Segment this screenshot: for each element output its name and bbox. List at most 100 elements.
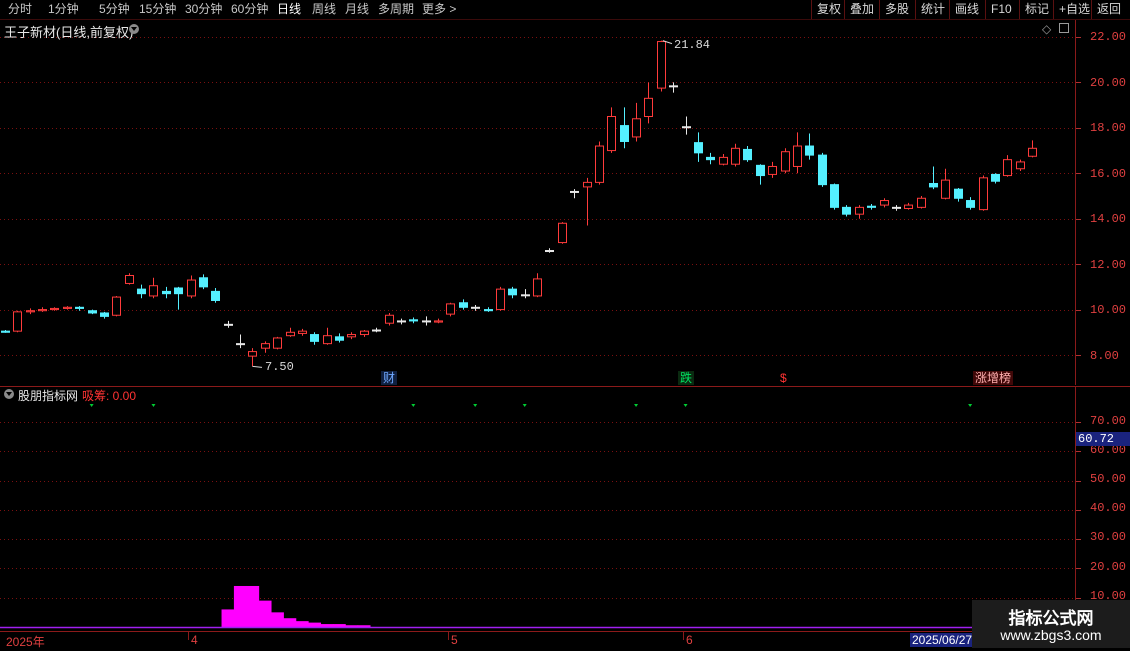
candle-body	[719, 156, 728, 165]
candle-body	[286, 331, 295, 337]
histogram-bar	[258, 600, 272, 627]
candle-body	[929, 183, 938, 188]
candle-body	[743, 148, 752, 161]
indicator-axis-label: 50.00	[1090, 472, 1127, 486]
buy-marker	[968, 404, 973, 407]
buy-marker	[411, 404, 416, 407]
candle-body	[533, 278, 542, 297]
diamond-icon[interactable]: ◇	[1042, 22, 1051, 36]
low-pointer	[252, 365, 263, 368]
candle-body	[1, 330, 10, 333]
candle-body	[75, 306, 84, 309]
candle-body	[904, 204, 913, 209]
candle-body	[174, 287, 183, 295]
date-label: 4	[191, 633, 198, 647]
candle-body	[409, 319, 418, 322]
candle-body	[632, 118, 641, 138]
candle-body	[446, 303, 455, 315]
buy-marker	[473, 404, 478, 407]
histogram-bar	[221, 609, 235, 627]
candle-body	[954, 188, 963, 199]
candle-body	[310, 334, 319, 342]
histogram-bar	[332, 624, 346, 627]
candle-body	[570, 190, 579, 193]
event-tag-down[interactable]: 跌	[678, 371, 695, 385]
candle-body	[818, 154, 827, 186]
restore-window-icon[interactable]	[1059, 23, 1069, 33]
candle-body	[521, 294, 530, 297]
histogram-bar	[320, 624, 334, 627]
event-tag-finance[interactable]: 财	[381, 371, 398, 385]
date-label: 5	[451, 633, 458, 647]
price-axis-label: 18.00	[1090, 121, 1127, 135]
candle-body	[224, 323, 233, 326]
candle-body	[26, 310, 35, 313]
price-axis-label: 22.00	[1090, 30, 1127, 44]
candle-body	[657, 41, 666, 89]
candle-body	[706, 156, 715, 161]
indicator-menu-icon[interactable]	[4, 389, 14, 399]
candle-body	[607, 116, 616, 152]
candle-body	[347, 334, 356, 338]
candle-body	[558, 222, 567, 244]
buy-marker	[89, 404, 94, 407]
candle-body	[471, 306, 480, 309]
watermark-logo: 指标公式网 www.zbgs3.com	[972, 600, 1130, 648]
candle-body	[682, 126, 691, 129]
candle-body	[112, 296, 121, 316]
candle-body	[669, 85, 678, 88]
candle-body	[941, 179, 950, 199]
candle-body	[756, 164, 765, 177]
candle-body	[805, 145, 814, 156]
candle-body	[892, 206, 901, 209]
candle-body	[496, 288, 505, 311]
candle-body	[1016, 161, 1025, 170]
low-price-annotation: 7.50	[265, 360, 294, 374]
candle-body	[768, 165, 777, 175]
candle-body	[781, 151, 790, 172]
watermark-url: www.zbgs3.com	[1000, 627, 1102, 643]
cursor-value-badge: 60.72	[1076, 432, 1130, 446]
candle-body	[125, 275, 134, 284]
candle-body	[137, 288, 146, 295]
histogram-bar	[345, 625, 359, 627]
candle-body	[397, 320, 406, 323]
candle-body	[236, 343, 245, 346]
candle-body	[508, 288, 517, 296]
candle-body	[149, 285, 158, 297]
candle-body	[991, 173, 1000, 182]
candle-body	[459, 302, 468, 308]
candle-body	[211, 290, 220, 301]
indicator-axis-label: 20.00	[1090, 560, 1127, 574]
candle-body	[298, 330, 307, 334]
candle-body	[842, 206, 851, 215]
candle-body	[273, 337, 282, 349]
histogram-bar	[271, 612, 284, 627]
candle-body	[620, 125, 629, 142]
price-axis-label: 14.00	[1090, 212, 1127, 226]
date-label: 2025年	[6, 635, 45, 649]
indicator-axis-label: 40.00	[1090, 501, 1127, 515]
indicator-metric: 吸筹: 0.00	[82, 389, 137, 403]
date-label: 6	[686, 633, 693, 647]
chart-canvas	[0, 37, 1081, 629]
candle-body	[372, 329, 381, 332]
indicator-title[interactable]: 股朋指标网	[18, 387, 78, 404]
candle-body	[583, 181, 592, 188]
candle-body	[793, 145, 802, 167]
watermark-title: 指标公式网	[1008, 609, 1094, 628]
candle-body	[335, 336, 344, 341]
candle-body	[1003, 159, 1012, 177]
candle-body	[484, 309, 493, 312]
buy-marker	[634, 404, 639, 407]
event-tag-dollar[interactable]: $	[778, 371, 789, 385]
candle-body	[731, 147, 740, 165]
event-tag-rank[interactable]: 涨增榜	[973, 371, 1014, 385]
chevron-down-icon[interactable]	[129, 24, 139, 34]
candle-body	[830, 184, 839, 208]
candle-body	[855, 206, 864, 215]
candle-body	[979, 177, 988, 211]
high-price-annotation: 21.84	[674, 38, 711, 52]
candle-body	[13, 311, 22, 332]
histogram-bar	[308, 622, 322, 627]
